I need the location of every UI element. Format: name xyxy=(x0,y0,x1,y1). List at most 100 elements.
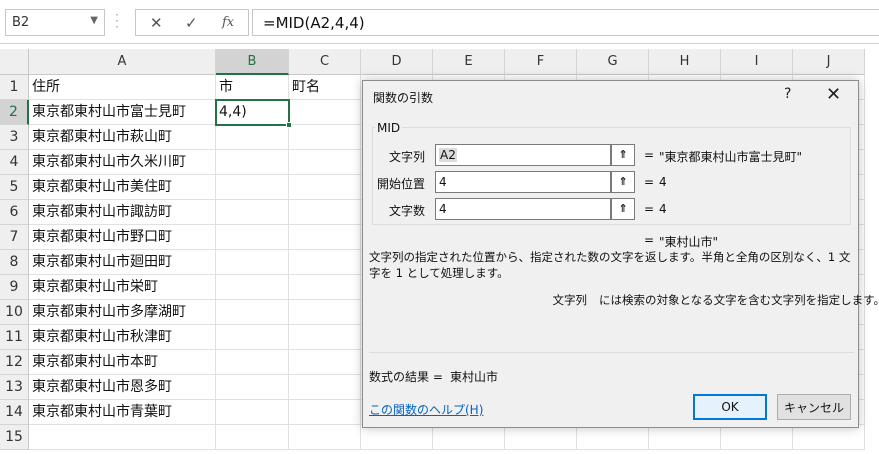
cell-b12[interactable] xyxy=(216,350,289,375)
column-header-f[interactable]: F xyxy=(505,49,577,75)
cell-b10[interactable] xyxy=(216,300,289,325)
row-header-4[interactable]: 4 xyxy=(0,150,29,175)
collapse-dialog-icon[interactable]: ⇑ xyxy=(611,198,635,220)
row-header-7[interactable]: 7 xyxy=(0,225,29,250)
row-header-1[interactable]: 1 xyxy=(0,75,29,100)
cell-b4[interactable] xyxy=(216,150,289,175)
cell-value: 東京都東村山市恩多町 xyxy=(32,379,172,395)
function-help-link[interactable]: この関数のヘルプ(H) xyxy=(369,401,483,418)
cell-c15[interactable] xyxy=(289,425,361,450)
cell-b5[interactable] xyxy=(216,175,289,200)
chevron-down-icon[interactable]: ▼ xyxy=(90,15,98,26)
cell-c10[interactable] xyxy=(289,300,361,325)
cell-b14[interactable] xyxy=(216,400,289,425)
select-all-corner[interactable] xyxy=(0,49,29,75)
cell-a4[interactable]: 東京都東村山市久米川町 xyxy=(29,150,216,175)
cell-a3[interactable]: 東京都東村山市萩山町 xyxy=(29,125,216,150)
cell-g15[interactable] xyxy=(577,425,649,450)
fill-handle[interactable] xyxy=(286,122,292,128)
ok-button[interactable]: OK xyxy=(693,394,767,420)
cell-a8[interactable]: 東京都東村山市廻田町 xyxy=(29,250,216,275)
row-header-5[interactable]: 5 xyxy=(0,175,29,200)
cell-a9[interactable]: 東京都東村山市栄町 xyxy=(29,275,216,300)
cell-c11[interactable] xyxy=(289,325,361,350)
cell-c13[interactable] xyxy=(289,375,361,400)
column-header-a[interactable]: A xyxy=(29,49,216,75)
arg-input-start[interactable]: 4 xyxy=(435,171,611,193)
cell-a10[interactable]: 東京都東村山市多摩湖町 xyxy=(29,300,216,325)
row-header-10[interactable]: 10 xyxy=(0,300,29,325)
cell-j15[interactable] xyxy=(793,425,865,450)
cell-b11[interactable] xyxy=(216,325,289,350)
cell-b7[interactable] xyxy=(216,225,289,250)
cell-b1[interactable]: 市 xyxy=(216,75,289,100)
row-header-9[interactable]: 9 xyxy=(0,275,29,300)
cell-e15[interactable] xyxy=(433,425,505,450)
help-icon[interactable]: ? xyxy=(784,86,791,102)
enter-entry-icon[interactable]: ✓ xyxy=(185,14,198,32)
cell-a13[interactable]: 東京都東村山市恩多町 xyxy=(29,375,216,400)
column-header-b[interactable]: B xyxy=(216,49,289,75)
name-box[interactable]: B2 ▼ xyxy=(5,9,105,36)
cell-c8[interactable] xyxy=(289,250,361,275)
row-header-11[interactable]: 11 xyxy=(0,325,29,350)
column-header-j[interactable]: J xyxy=(793,49,865,75)
cell-c5[interactable] xyxy=(289,175,361,200)
cell-a2[interactable]: 東京都東村山市富士見町 xyxy=(29,100,216,125)
cell-c1[interactable]: 町名 xyxy=(289,75,361,100)
cell-c12[interactable] xyxy=(289,350,361,375)
collapse-dialog-icon[interactable]: ⇑ xyxy=(611,171,635,193)
column-header-h[interactable]: H xyxy=(649,49,721,75)
cell-a7[interactable]: 東京都東村山市野口町 xyxy=(29,225,216,250)
cell-a14[interactable]: 東京都東村山市青葉町 xyxy=(29,400,216,425)
cell-b8[interactable] xyxy=(216,250,289,275)
dialog-title: 関数の引数 xyxy=(373,91,434,105)
cell-c2[interactable] xyxy=(289,100,361,125)
cell-i15[interactable] xyxy=(721,425,793,450)
cell-a12[interactable]: 東京都東村山市本町 xyxy=(29,350,216,375)
cell-h15[interactable] xyxy=(649,425,721,450)
cell-a6[interactable]: 東京都東村山市諏訪町 xyxy=(29,200,216,225)
row-header-15[interactable]: 15 xyxy=(0,425,29,450)
column-header-g[interactable]: G xyxy=(577,49,649,75)
row-header-8[interactable]: 8 xyxy=(0,250,29,275)
cell-c14[interactable] xyxy=(289,400,361,425)
column-header-d[interactable]: D xyxy=(361,49,433,75)
cell-a11[interactable]: 東京都東村山市秋津町 xyxy=(29,325,216,350)
insert-function-icon[interactable]: fx xyxy=(222,15,234,30)
close-icon[interactable]: ✕ xyxy=(826,84,841,105)
cell-c4[interactable] xyxy=(289,150,361,175)
cell-d15[interactable] xyxy=(361,425,433,450)
arg-input-text[interactable]: A2 xyxy=(435,144,611,166)
row-header-3[interactable]: 3 xyxy=(0,125,29,150)
row-header-13[interactable]: 13 xyxy=(0,375,29,400)
cell-a15[interactable] xyxy=(29,425,216,450)
cell-b9[interactable] xyxy=(216,275,289,300)
column-header-c[interactable]: C xyxy=(289,49,361,75)
collapse-dialog-icon[interactable]: ⇑ xyxy=(611,144,635,166)
cell-b6[interactable] xyxy=(216,200,289,225)
column-header-i[interactable]: I xyxy=(721,49,793,75)
cell-b2[interactable]: 4,4) xyxy=(216,100,289,125)
row-header-6[interactable]: 6 xyxy=(0,200,29,225)
cell-a5[interactable]: 東京都東村山市美住町 xyxy=(29,175,216,200)
row-header-2[interactable]: 2 xyxy=(0,100,29,125)
cell-c3[interactable] xyxy=(289,125,361,150)
cancel-entry-icon[interactable]: ✕ xyxy=(150,14,163,32)
arg-input-count[interactable]: 4 xyxy=(435,198,611,220)
cell-b3[interactable] xyxy=(216,125,289,150)
cancel-button[interactable]: キャンセル xyxy=(777,394,851,420)
cell-c6[interactable] xyxy=(289,200,361,225)
cell-b15[interactable] xyxy=(216,425,289,450)
cell-f15[interactable] xyxy=(505,425,577,450)
row-header-12[interactable]: 12 xyxy=(0,350,29,375)
row-header-14[interactable]: 14 xyxy=(0,400,29,425)
cell-c9[interactable] xyxy=(289,275,361,300)
cell-value: 東京都東村山市野口町 xyxy=(32,229,172,245)
cell-value: 市 xyxy=(219,79,233,95)
formula-input[interactable]: =MID(A2,4,4) xyxy=(252,9,879,36)
cell-b13[interactable] xyxy=(216,375,289,400)
cell-c7[interactable] xyxy=(289,225,361,250)
column-header-e[interactable]: E xyxy=(433,49,505,75)
cell-a1[interactable]: 住所 xyxy=(29,75,216,100)
